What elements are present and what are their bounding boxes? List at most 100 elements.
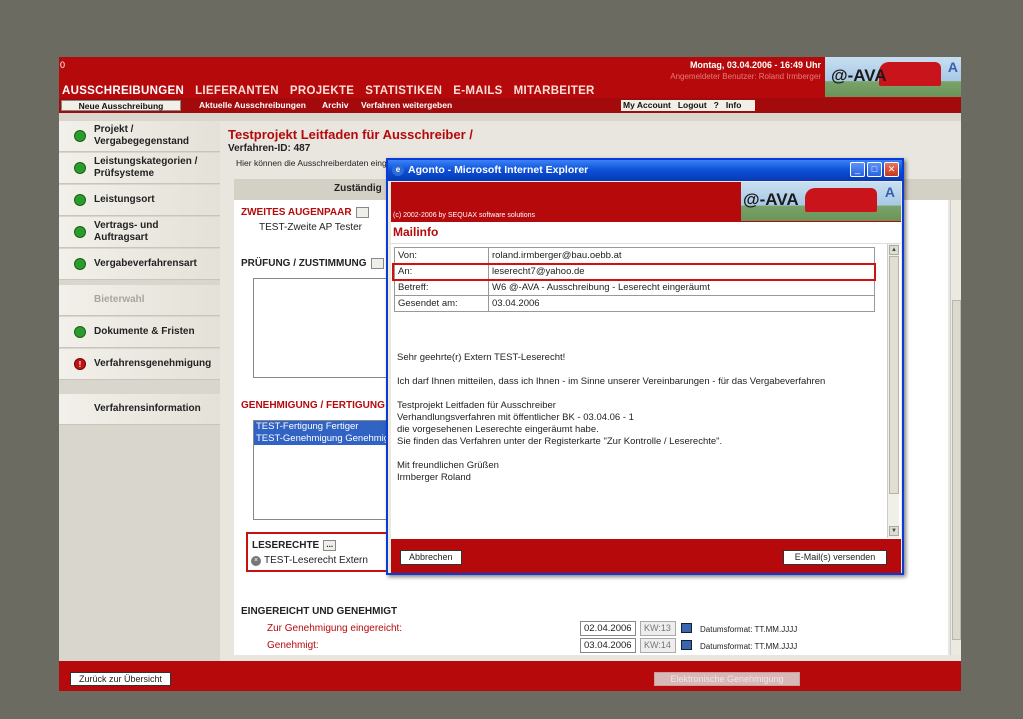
field-value: roland.irmberger@bau.oebb.at: [488, 247, 875, 264]
ap-value: TEST-Zweite AP Tester: [259, 222, 363, 233]
scroll-up-icon[interactable]: ▲: [889, 245, 899, 255]
nav-statistiken[interactable]: STATISTIKEN: [365, 85, 442, 97]
calendar-icon[interactable]: [681, 623, 692, 633]
sidebar-item-leistungskategorien[interactable]: Leistungskategorien / Prüfsysteme: [59, 153, 220, 184]
sidebar: Projekt / Vergabegegenstand Leistungskat…: [59, 121, 220, 426]
sidebar-item-vergabeverfahrensart[interactable]: Vergabeverfahrensart: [59, 249, 220, 280]
send-email-button[interactable]: E-Mail(s) versenden: [783, 550, 887, 565]
logo-text: @-AVA: [831, 66, 887, 85]
sidebar-item-verfahrensinformation[interactable]: Verfahrensinformation: [59, 394, 220, 425]
field-key: Betreff:: [394, 279, 489, 296]
sidebar-item-label: Leistungsort: [94, 194, 155, 205]
section-title: ZWEITES AUGENPAAR: [241, 207, 352, 219]
sidebar-item-label: Vergabeverfahrensart: [94, 258, 197, 269]
mail-line: Sie finden das Verfahren unter der Regis…: [397, 436, 723, 447]
mail-paragraph: Ich darf Ihnen mitteilen, dass ich Ihnen…: [397, 376, 826, 387]
mail-signature: Irmberger Roland: [397, 472, 471, 483]
sidebar-item-label: Leistungskategorien / Prüfsysteme: [94, 156, 198, 179]
maximize-icon[interactable]: □: [867, 162, 882, 177]
sidebar-item-dokumente[interactable]: Dokumente & Fristen: [59, 317, 220, 348]
mail-closing: Mit freundlichen Grüßen: [397, 460, 499, 471]
table-row: Von: roland.irmberger@bau.oebb.at: [394, 247, 875, 264]
check-icon: [74, 326, 86, 338]
field-value: W6 @-AVA - Ausschreibung - Leserecht ein…: [488, 279, 875, 296]
sidebar-item-leistungsort[interactable]: Leistungsort: [59, 185, 220, 216]
nav-emails[interactable]: E-MAILS: [453, 85, 502, 97]
popup-banner: (c) 2002-2006 by SEQUAX software solutio…: [391, 182, 901, 222]
sidebar-item-projekt[interactable]: Projekt / Vergabegegenstand: [59, 121, 220, 152]
eingereicht-kw: KW:13: [640, 621, 676, 636]
row-label-eingereicht: Zur Genehmigung eingereicht:: [267, 623, 403, 634]
scroll-down-icon[interactable]: ▼: [889, 526, 899, 536]
link-my-account[interactable]: My Account: [623, 100, 671, 111]
sidebar-item-label: Bieterwahl: [94, 294, 145, 305]
sidebar-item-verfahrensgenehmigung[interactable]: ! Verfahrensgenehmigung: [59, 349, 220, 380]
check-icon: [74, 194, 86, 206]
calendar-icon[interactable]: [681, 640, 692, 650]
main-scrollbar[interactable]: [950, 200, 961, 655]
header-date: Montag, 03.04.2006 - 16:49 Uhr: [689, 60, 821, 70]
sidebar-item-vertragsart[interactable]: Vertrags- und Auftragsart: [59, 217, 220, 248]
logo-mark: A: [947, 59, 958, 75]
genehmigt-kw: KW:14: [640, 638, 676, 653]
link-archiv[interactable]: Archiv: [322, 100, 348, 111]
mail-body: Sehr geehrte(r) Extern TEST-Leserecht! I…: [397, 352, 875, 484]
table-row: Gesendet am: 03.04.2006: [394, 295, 875, 312]
header-corner-text: 0: [60, 60, 66, 70]
logo-text: @-AVA: [743, 190, 799, 209]
genehmigt-date-field[interactable]: 03.04.2006: [580, 638, 636, 653]
genehmigung-listbox[interactable]: TEST-Fertigung Fertiger TEST-Genehmigung…: [253, 420, 391, 520]
mail-greeting: Sehr geehrte(r) Extern TEST-Leserecht!: [397, 352, 566, 363]
close-icon[interactable]: ✕: [884, 162, 899, 177]
remove-icon[interactable]: ×: [251, 556, 261, 566]
table-row: Betreff: W6 @-AVA - Ausschreibung - Leser…: [394, 279, 875, 296]
eingereicht-date-field[interactable]: 02.04.2006: [580, 621, 636, 636]
nav-mitarbeiter[interactable]: MITARBEITER: [514, 85, 595, 97]
check-icon: [74, 130, 86, 142]
section-title: LESERECHTE: [252, 540, 320, 552]
footer-bar: Zurück zur Übersicht Elektronische Geneh…: [59, 661, 961, 691]
pruefung-listbox[interactable]: [253, 278, 391, 378]
header-bar: 0 Montag, 03.04.2006 - 16:49 Uhr Angemel…: [59, 57, 961, 98]
popup-titlebar[interactable]: e Agonto - Microsoft Internet Explorer _…: [388, 160, 902, 181]
nav-lieferanten[interactable]: LIEFERANTEN: [195, 85, 279, 97]
copyright-text: (c) 2002-2006 by SEQUAX software solutio…: [393, 212, 536, 219]
new-ausschreibung-button[interactable]: Neue Ausschreibung: [61, 100, 181, 111]
popup-footer: Abbrechen E-Mail(s) versenden: [391, 539, 901, 573]
back-to-overview-button[interactable]: Zurück zur Übersicht: [70, 672, 172, 686]
link-help[interactable]: ?: [714, 100, 719, 111]
sidebar-item-label: Dokumente & Fristen: [94, 326, 195, 337]
leserechte-select-button[interactable]: ...: [323, 540, 337, 551]
link-info[interactable]: Info: [726, 100, 742, 111]
scrollbar-thumb[interactable]: [952, 300, 961, 640]
link-aktuelle-ausschreibungen[interactable]: Aktuelle Ausschreibungen: [199, 100, 306, 111]
field-key: Von:: [394, 247, 489, 264]
popup-scrollbar[interactable]: ▲ ▼: [887, 244, 899, 538]
list-item[interactable]: TEST-Genehmigung Genehmiger: [254, 433, 390, 445]
recipient-highlight: [392, 263, 876, 281]
minimize-icon[interactable]: _: [850, 162, 865, 177]
link-logout[interactable]: Logout: [678, 100, 707, 111]
leserecht-entry: TEST-Leserecht Extern: [264, 555, 368, 566]
procedure-id: Verfahren-ID: 487: [228, 143, 311, 154]
check-icon: [74, 258, 86, 270]
cancel-button[interactable]: Abbrechen: [400, 550, 462, 565]
select-button[interactable]: [370, 258, 384, 269]
select-button[interactable]: [355, 207, 369, 218]
link-verfahren-weitergeben[interactable]: Verfahren weitergeben: [361, 100, 452, 111]
sub-nav: Neue Ausschreibung Aktuelle Ausschreibun…: [59, 98, 961, 113]
scrollbar-thumb[interactable]: [889, 256, 899, 494]
field-key: Gesendet am:: [394, 295, 489, 312]
field-value: 03.04.2006: [488, 295, 875, 312]
ava-logo: @-AVA A: [741, 182, 901, 221]
tab-zustaendig[interactable]: Zuständig: [334, 183, 382, 194]
account-links: My Account Logout ? Info: [621, 100, 755, 111]
nav-ausschreibungen[interactable]: AUSSCHREIBUNGEN: [62, 85, 184, 97]
nav-projekte[interactable]: PROJEKTE: [290, 85, 354, 97]
electronic-approval-button[interactable]: Elektronische Genehmigung: [654, 672, 800, 686]
list-item[interactable]: TEST-Fertigung Fertiger: [254, 421, 390, 433]
sidebar-item-bieterwahl: Bieterwahl: [59, 285, 220, 316]
warning-icon: !: [74, 358, 86, 370]
section-genehmigung: GENEHMIGUNG / FERTIGUNG: [241, 400, 385, 411]
section-zweites-augenpaar: ZWEITES AUGENPAAR: [241, 207, 369, 218]
